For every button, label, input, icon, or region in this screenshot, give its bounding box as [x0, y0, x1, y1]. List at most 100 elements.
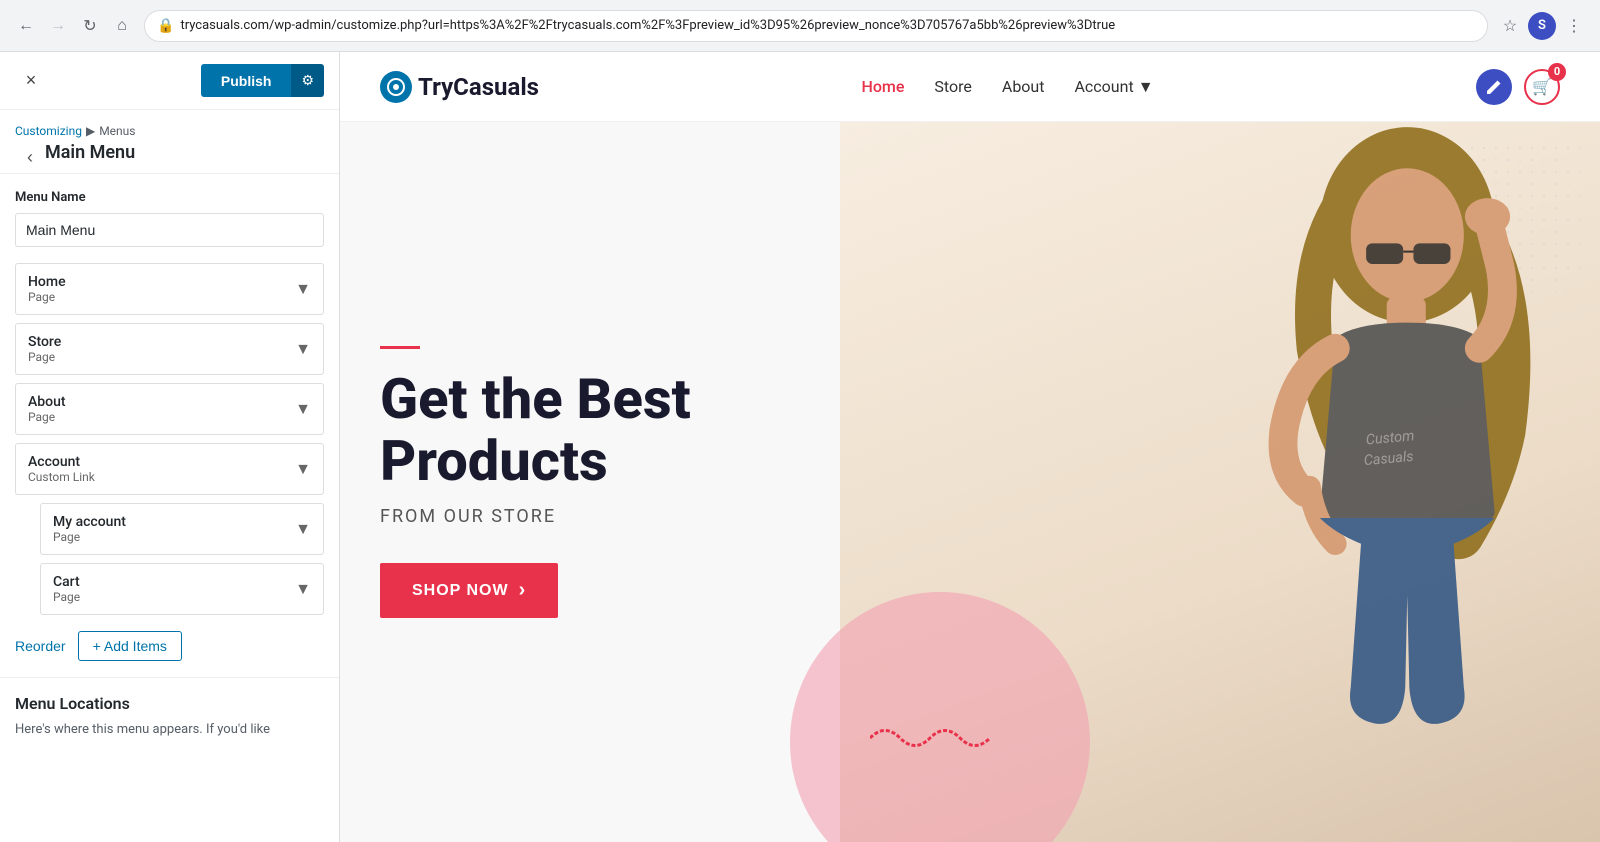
hero-subtitle: FROM OUR STORE: [380, 506, 800, 527]
menu-item-myaccount-type: Page: [53, 530, 126, 544]
site-logo: TryCasuals: [380, 71, 539, 103]
squiggly-svg: [870, 718, 990, 758]
menu-item-store-arrow: ▼: [295, 339, 311, 359]
menu-item-store-type: Page: [28, 350, 61, 364]
edit-icon-button[interactable]: [1476, 69, 1512, 105]
menu-item-store[interactable]: Store Page ▼: [15, 323, 324, 375]
browser-chrome: ← → ↻ ⌂ 🔒 trycasuals.com/wp-admin/custom…: [0, 0, 1600, 52]
cart-icon-symbol: 🛒: [1532, 77, 1552, 96]
nav-icons: 🛒 0: [1476, 69, 1560, 105]
preview-area: TryCasuals Home Store About Account ▼: [340, 52, 1600, 842]
menu-item-home-arrow: ▼: [295, 279, 311, 299]
back-button[interactable]: ‹: [15, 142, 45, 172]
hero-section: Get the Best Products FROM OUR STORE SHO…: [340, 122, 1600, 842]
menu-item-myaccount-left: My account Page: [53, 514, 126, 544]
menu-item-store-left: Store Page: [28, 334, 61, 364]
site-logo-text: TryCasuals: [418, 73, 539, 101]
woman-figure-svg: Custom Casuals: [1253, 122, 1562, 842]
url-text: trycasuals.com/wp-admin/customize.php?ur…: [180, 18, 1475, 33]
menu-item-myaccount-name: My account: [53, 514, 126, 530]
menu-locations-section: Menu Locations Here's where this menu ap…: [0, 677, 339, 755]
menu-items-list: Home Page ▼ Store Page ▼ About Page ▼: [0, 263, 339, 623]
reorder-button[interactable]: Reorder: [15, 638, 66, 654]
nav-account-label: Account: [1074, 77, 1133, 96]
reload-button[interactable]: ↻: [76, 12, 104, 40]
nav-about[interactable]: About: [1002, 77, 1045, 96]
menu-item-cart-arrow: ▼: [295, 579, 311, 599]
hero-title-line2: Products: [380, 428, 608, 494]
hero-title-line1: Get the Best: [380, 366, 691, 432]
app-container: × Publish ⚙ Customizing ▶ Menus ‹ Main M…: [0, 52, 1600, 842]
nav-account[interactable]: Account ▼: [1074, 77, 1153, 97]
profile-avatar[interactable]: S: [1528, 12, 1556, 40]
more-options-button[interactable]: ⋮: [1560, 12, 1588, 40]
home-nav-button[interactable]: ⌂: [108, 12, 136, 40]
website-header: TryCasuals Home Store About Account ▼: [340, 52, 1600, 122]
hero-title: Get the Best Products: [380, 369, 800, 492]
site-nav: Home Store About Account ▼: [861, 77, 1153, 97]
menu-actions: Reorder + Add Items: [0, 623, 339, 677]
menu-item-account[interactable]: Account Custom Link ▼: [15, 443, 324, 495]
section-nav: Customizing ▶ Menus ‹ Main Menu: [0, 110, 339, 174]
hero-image-area: Custom Casuals: [840, 122, 1600, 842]
menu-name-label: Menu Name: [15, 190, 324, 205]
forward-nav-button[interactable]: →: [44, 12, 72, 40]
cart-icon-button[interactable]: 🛒 0: [1524, 69, 1560, 105]
logo-svg: [387, 78, 405, 96]
shop-now-label: SHOP NOW: [412, 582, 509, 600]
menu-item-about-arrow: ▼: [295, 399, 311, 419]
browser-nav-buttons: ← → ↻ ⌂: [12, 12, 136, 40]
menu-item-about-left: About Page: [28, 394, 66, 424]
menu-item-account-arrow: ▼: [295, 459, 311, 479]
customizer-header: × Publish ⚙: [0, 52, 339, 110]
menu-item-home-type: Page: [28, 290, 66, 304]
section-header: ‹ Main Menu: [15, 142, 324, 163]
publish-gear-button[interactable]: ⚙: [291, 64, 324, 97]
logo-icon: [380, 71, 412, 103]
menu-item-myaccount-arrow: ▼: [295, 519, 311, 539]
nav-account-chevron: ▼: [1138, 77, 1154, 97]
menu-item-about[interactable]: About Page ▼: [15, 383, 324, 435]
menu-item-account-left: Account Custom Link: [28, 454, 95, 484]
cart-badge: 0: [1548, 63, 1566, 81]
menu-item-home-left: Home Page: [28, 274, 66, 304]
shop-now-arrow: ›: [519, 579, 527, 602]
squiggly-decoration: [870, 718, 990, 762]
back-nav-button[interactable]: ←: [12, 12, 40, 40]
close-customizer-button[interactable]: ×: [15, 65, 47, 97]
publish-button[interactable]: Publish: [201, 64, 292, 97]
menu-item-cart-name: Cart: [53, 574, 80, 590]
shop-now-button[interactable]: SHOP NOW ›: [380, 563, 558, 618]
customizer-panel: × Publish ⚙ Customizing ▶ Menus ‹ Main M…: [0, 52, 340, 842]
menu-item-about-type: Page: [28, 410, 66, 424]
menu-item-cart[interactable]: Cart Page ▼: [40, 563, 324, 615]
bookmark-button[interactable]: ☆: [1496, 12, 1524, 40]
menu-item-cart-type: Page: [53, 590, 80, 604]
menu-item-store-name: Store: [28, 334, 61, 350]
nav-store[interactable]: Store: [934, 77, 971, 96]
menu-locations-title: Menu Locations: [15, 694, 324, 713]
menu-item-account-name: Account: [28, 454, 95, 470]
menu-item-about-name: About: [28, 394, 66, 410]
nav-home[interactable]: Home: [861, 77, 904, 96]
menu-item-account-type: Custom Link: [28, 470, 95, 484]
address-bar[interactable]: 🔒 trycasuals.com/wp-admin/customize.php?…: [144, 10, 1488, 42]
hero-accent-bar: [380, 346, 420, 349]
lock-icon: 🔒: [157, 18, 174, 34]
breadcrumb-current: Menus: [99, 124, 135, 138]
edit-pencil-icon: [1486, 79, 1502, 95]
breadcrumb-home-link[interactable]: Customizing: [15, 124, 82, 138]
menu-item-home[interactable]: Home Page ▼: [15, 263, 324, 315]
breadcrumb: Customizing ▶ Menus: [15, 124, 324, 138]
menu-item-home-name: Home: [28, 274, 66, 290]
hero-content: Get the Best Products FROM OUR STORE SHO…: [340, 122, 840, 842]
menu-name-input[interactable]: [15, 213, 324, 247]
publish-group: Publish ⚙: [201, 64, 324, 97]
menu-item-cart-left: Cart Page: [53, 574, 80, 604]
menu-locations-desc: Here's where this menu appears. If you'd…: [15, 721, 324, 739]
breadcrumb-separator: ▶: [86, 124, 95, 138]
menu-form: Menu Name: [0, 174, 339, 263]
browser-actions: ☆ S ⋮: [1496, 12, 1588, 40]
menu-item-myaccount[interactable]: My account Page ▼: [40, 503, 324, 555]
add-items-button[interactable]: + Add Items: [78, 631, 182, 661]
